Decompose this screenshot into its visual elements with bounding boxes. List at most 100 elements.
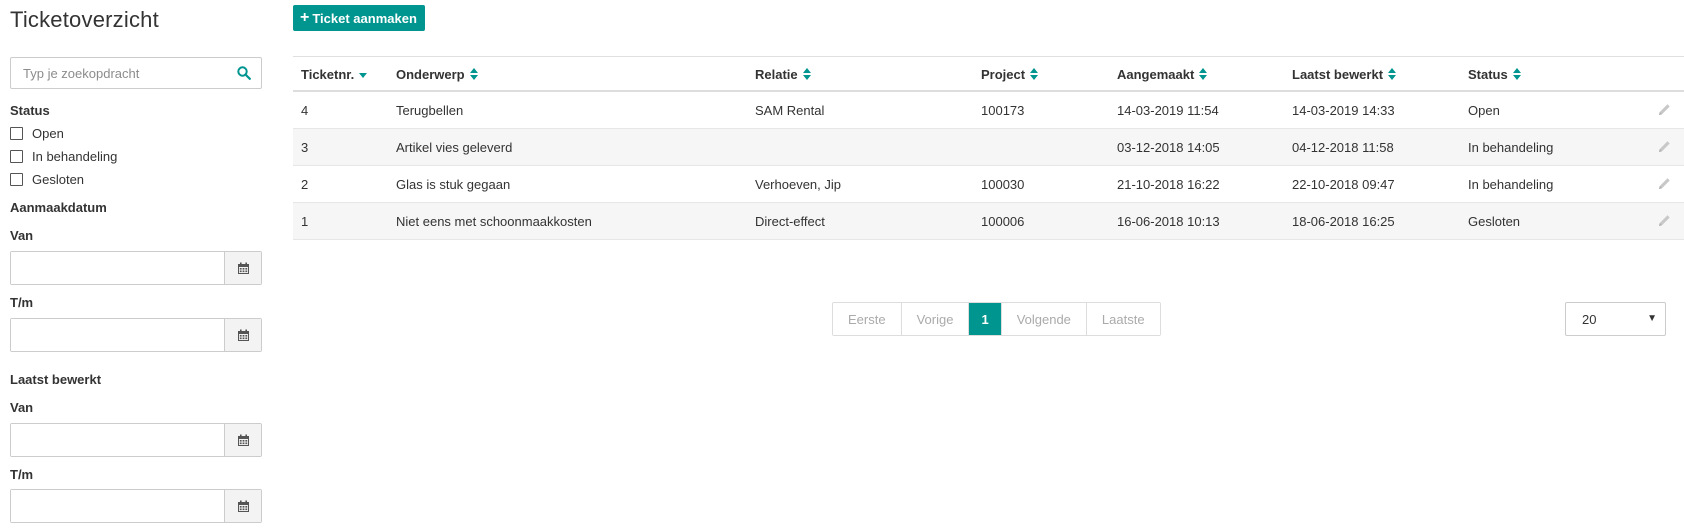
checkbox[interactable]: [10, 150, 23, 163]
checkbox-label: Gesloten: [32, 172, 85, 187]
cell-subject: Terugbellen: [396, 102, 464, 118]
cell-status: Open: [1468, 102, 1500, 118]
ticket-table: Ticketnr. Onderwerp Relatie Project Aang…: [293, 56, 1684, 240]
sort-icon: [1030, 68, 1039, 80]
current-page-button[interactable]: 1: [969, 303, 1002, 335]
column-label: Aangemaakt: [1117, 66, 1195, 82]
table-row[interactable]: 3 Artikel vies geleverd 03-12-2018 14:05…: [293, 129, 1684, 166]
next-page-button[interactable]: Volgende: [1001, 303, 1087, 335]
cell-created: 14-03-2019 11:54: [1117, 102, 1219, 118]
sort-icon: [1512, 68, 1521, 80]
table-row[interactable]: 1 Niet eens met schoonmaakkosten Direct-…: [293, 203, 1684, 240]
plus-icon: +: [300, 9, 310, 26]
cell-edited: 18-06-2018 16:25: [1292, 213, 1395, 229]
created-to-input[interactable]: [11, 319, 224, 351]
sort-desc-icon: [359, 73, 368, 78]
pencil-icon[interactable]: [1658, 140, 1671, 156]
column-header-ticketnr[interactable]: Ticketnr.: [301, 57, 368, 91]
column-header-edited[interactable]: Laatst bewerkt: [1292, 57, 1397, 91]
column-header-relation[interactable]: Relatie: [755, 57, 811, 91]
cell-status: In behandeling: [1468, 176, 1554, 192]
calendar-icon[interactable]: [224, 252, 261, 284]
checkbox[interactable]: [10, 173, 23, 186]
cell-status: In behandeling: [1468, 139, 1554, 155]
edited-from-input[interactable]: [11, 424, 224, 456]
pencil-icon[interactable]: [1658, 103, 1671, 119]
edited-to-label: T/m: [10, 467, 34, 482]
page-size-select[interactable]: 20 ▼: [1565, 302, 1666, 336]
page-size-value: 20: [1582, 311, 1597, 327]
column-label: Laatst bewerkt: [1292, 66, 1384, 82]
search-icon[interactable]: [227, 58, 261, 88]
cell-relation: Direct-effect: [755, 213, 825, 229]
column-label: Status: [1468, 66, 1508, 82]
column-label: Relatie: [755, 66, 798, 82]
cell-ticketnr: 2: [301, 176, 309, 192]
checkbox-label: Open: [32, 126, 64, 141]
search-box[interactable]: [10, 57, 262, 89]
cell-project: 100006: [981, 213, 1025, 229]
cell-ticketnr: 1: [301, 213, 309, 229]
sort-icon: [1388, 68, 1397, 80]
prev-page-button[interactable]: Vorige: [901, 303, 970, 335]
calendar-icon[interactable]: [224, 490, 261, 522]
status-checkbox-open[interactable]: Open: [10, 126, 64, 141]
edited-to-field[interactable]: [10, 489, 262, 523]
column-header-subject[interactable]: Onderwerp: [396, 57, 478, 91]
sort-icon: [1199, 68, 1208, 80]
checkbox-label: In behandeling: [32, 149, 118, 164]
cell-project: 100030: [981, 176, 1025, 192]
column-label: Project: [981, 66, 1026, 82]
edited-date-label: Laatst bewerkt: [10, 372, 102, 387]
status-checkbox-in-progress[interactable]: In behandeling: [10, 149, 117, 164]
status-filter-label: Status: [10, 103, 50, 118]
cell-created: 16-06-2018 10:13: [1117, 213, 1220, 229]
cell-ticketnr: 3: [301, 139, 309, 155]
add-ticket-label: Ticket aanmaken: [312, 10, 417, 26]
cell-created: 21-10-2018 16:22: [1117, 176, 1220, 192]
cell-status: Gesloten: [1468, 213, 1521, 229]
table-row[interactable]: 2 Glas is stuk gegaan Verhoeven, Jip 100…: [293, 166, 1684, 203]
created-to-field[interactable]: [10, 318, 262, 352]
pencil-icon[interactable]: [1658, 177, 1671, 193]
cell-edited: 04-12-2018 11:58: [1292, 139, 1394, 155]
cell-subject: Artikel vies geleverd: [396, 139, 513, 155]
cell-ticketnr: 4: [301, 102, 309, 118]
sort-icon: [469, 68, 478, 80]
add-ticket-button[interactable]: + Ticket aanmaken: [293, 5, 425, 31]
cell-project: 100173: [981, 102, 1025, 118]
created-to-label: T/m: [10, 295, 34, 310]
cell-edited: 14-03-2019 14:33: [1292, 102, 1395, 118]
created-from-label: Van: [10, 228, 34, 243]
column-header-created[interactable]: Aangemaakt: [1117, 57, 1208, 91]
table-row[interactable]: 4 Terugbellen SAM Rental 100173 14-03-20…: [293, 92, 1684, 129]
edited-from-field[interactable]: [10, 423, 262, 457]
column-label: Ticketnr.: [301, 66, 355, 82]
sort-icon: [802, 68, 811, 80]
checkbox[interactable]: [10, 127, 23, 140]
calendar-icon[interactable]: [224, 319, 261, 351]
table-header: Ticketnr. Onderwerp Relatie Project Aang…: [293, 56, 1684, 92]
cell-subject: Glas is stuk gegaan: [396, 176, 511, 192]
edited-from-label: Van: [10, 400, 34, 415]
first-page-button[interactable]: Eerste: [833, 303, 902, 335]
cell-relation: SAM Rental: [755, 102, 825, 118]
created-from-input[interactable]: [11, 252, 224, 284]
cell-relation: Verhoeven, Jip: [755, 176, 842, 192]
edited-to-input[interactable]: [11, 490, 224, 522]
cell-created: 03-12-2018 14:05: [1117, 139, 1220, 155]
column-header-status[interactable]: Status: [1468, 57, 1521, 91]
caret-down-icon: ▼: [1647, 313, 1657, 324]
search-input[interactable]: [11, 58, 227, 88]
column-label: Onderwerp: [396, 66, 465, 82]
cell-subject: Niet eens met schoonmaakkosten: [396, 213, 592, 229]
pagination: Eerste Vorige 1 Volgende Laatste: [832, 302, 1161, 336]
page-title: Ticketoverzicht: [10, 7, 159, 32]
status-checkbox-closed[interactable]: Gesloten: [10, 172, 84, 187]
calendar-icon[interactable]: [224, 424, 261, 456]
pencil-icon[interactable]: [1658, 214, 1671, 230]
column-header-project[interactable]: Project: [981, 57, 1039, 91]
created-from-field[interactable]: [10, 251, 262, 285]
created-date-label: Aanmaakdatum: [10, 200, 107, 215]
last-page-button[interactable]: Laatste: [1086, 303, 1160, 335]
